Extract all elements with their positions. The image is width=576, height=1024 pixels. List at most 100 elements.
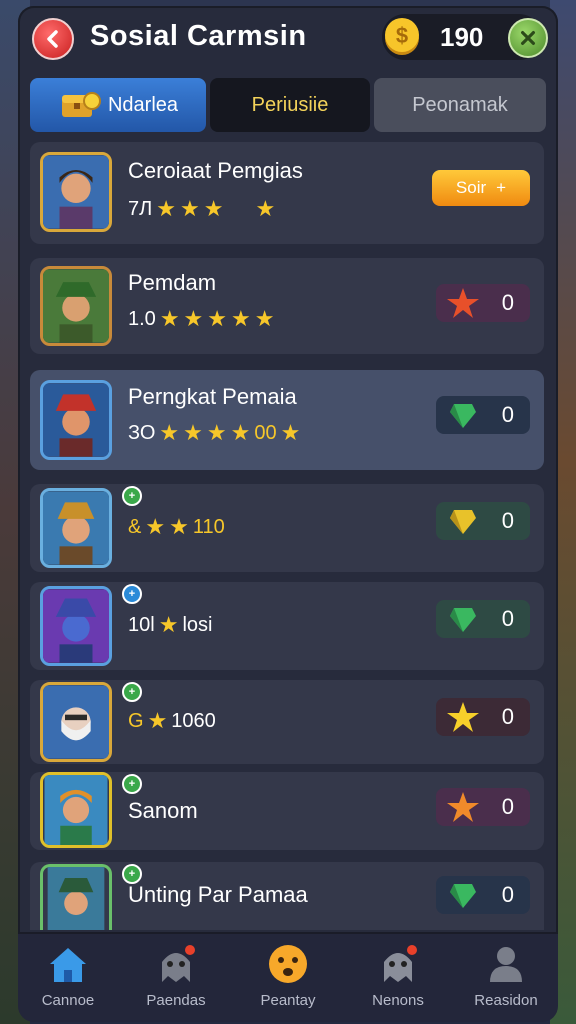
stat-value: & (128, 515, 142, 538)
join-button[interactable]: Soir + (432, 170, 530, 206)
plus-badge: + (122, 486, 142, 506)
player-row[interactable]: + 10l ★ losi 0 (30, 582, 544, 670)
player-name: Perngkat Pemaia (128, 384, 297, 409)
player-stats: 10l ★ losi (128, 612, 212, 638)
player-avatar (40, 380, 112, 460)
plus-badge: + (122, 682, 142, 702)
gem-icon (450, 608, 476, 632)
coin-count: 190 (440, 22, 484, 52)
star-icon: ★ (183, 420, 203, 445)
star-icon: ★ (206, 420, 227, 445)
tab-label: Ndarlea (107, 93, 179, 116)
star-icon: ★ (147, 708, 168, 733)
star-icon: ★ (159, 306, 180, 331)
nav-item-reasidon[interactable]: Reasidon (456, 942, 556, 1018)
nav-item-cannoe[interactable]: Cannoe (18, 942, 118, 1018)
player-row[interactable]: + & ★ ★ 110 0 (30, 484, 544, 572)
nav-label: Paendas (146, 992, 206, 1009)
tab-ndarlea[interactable]: Ndarlea (30, 78, 206, 132)
join-extra: + (496, 178, 507, 197)
star-icon (447, 288, 479, 318)
star-icon: ★ (230, 420, 251, 445)
gem-icon (450, 884, 476, 908)
player-name: Sanom (128, 798, 198, 823)
player-avatar (40, 266, 112, 346)
player-stats: 7Л ★ ★ ★ ★ (128, 196, 275, 222)
player-name: Unting Par Pamaa (128, 882, 308, 907)
reward-counter[interactable]: 0 (436, 284, 530, 322)
gold-counter[interactable]: 0 (436, 502, 530, 540)
gem-counter[interactable]: 0 (436, 600, 530, 638)
star-counter[interactable]: 0 (436, 698, 530, 736)
player-row[interactable]: Pemdam 1.0 ★ ★ ★ ★ ★ 0 (30, 258, 544, 354)
plus-badge: + (122, 864, 142, 884)
nav-item-paendas[interactable]: Paendas (126, 942, 226, 1018)
star-icon: ★ (158, 612, 179, 637)
gem-counter[interactable]: 0 (436, 396, 530, 434)
star-icon: ★ (231, 306, 251, 331)
gem-counter[interactable]: 0 (436, 876, 530, 914)
star-icon: ★ (255, 196, 276, 221)
stat-value: 10l (128, 613, 155, 636)
star-icon: ★ (169, 514, 189, 539)
player-avatar (40, 772, 112, 848)
player-stats: ЗО ★ ★ ★ ★ 00 ★ (128, 420, 300, 446)
stat-value: 7Л (128, 197, 153, 220)
join-label: Soir (455, 178, 487, 197)
stat-value: 1060 (171, 709, 216, 732)
player-avatar (40, 682, 112, 762)
player-name: Ceroiaat Pemgias (128, 158, 303, 183)
player-stats: 1.0 ★ ★ ★ ★ ★ (128, 306, 274, 332)
reward-count: 0 (501, 290, 514, 315)
stat-value: losi (182, 613, 213, 636)
ghost-icon (162, 945, 195, 982)
player-row[interactable]: Ceroiaat Pemgias 7Л ★ ★ ★ ★ Soir + (30, 142, 544, 244)
star-icon: ★ (156, 196, 176, 221)
close-button[interactable] (508, 18, 548, 58)
star-count: 0 (501, 704, 514, 729)
nav-label: Nenons (372, 992, 424, 1009)
tab-label: Peonamak (412, 93, 508, 116)
stat-value: ЗО (128, 421, 156, 444)
bottom-nav: Cannoe Paendas Peantay Nenons Reasidon (18, 932, 558, 1022)
gold-gem-icon (450, 510, 476, 534)
close-icon (521, 31, 535, 45)
back-button[interactable] (32, 18, 74, 60)
star-icon: ★ (254, 306, 275, 331)
player-stats: & ★ ★ 110 (128, 514, 225, 540)
star-icon: ★ (159, 420, 180, 445)
person-icon (490, 947, 522, 982)
nav-label: Reasidon (474, 992, 538, 1009)
player-row[interactable]: Perngkat Pemaia ЗО ★ ★ ★ ★ 00 ★ 0 (30, 370, 544, 470)
nav-item-peantay[interactable]: Peantay (238, 942, 338, 1018)
stat-value: 110 (192, 515, 225, 538)
star-icon: ★ (207, 306, 228, 331)
plus-badge: + (122, 584, 142, 604)
player-avatar (40, 488, 112, 568)
star-icon: ★ (145, 514, 166, 539)
ghost-icon (384, 945, 417, 982)
svg-text:$: $ (396, 23, 408, 48)
player-row[interactable]: + Sanom 0 (30, 772, 544, 850)
player-name: Pemdam (128, 270, 217, 295)
star-icon: ★ (179, 196, 200, 221)
star-icon (447, 792, 479, 822)
reward-counter[interactable]: 0 (436, 788, 530, 826)
star-icon: ★ (280, 420, 301, 445)
tab-peonamak[interactable]: Peonamak (374, 78, 546, 132)
tab-periusiie[interactable]: Periusiie (210, 78, 370, 132)
plus-badge: + (122, 774, 142, 794)
stat-value: G (128, 709, 144, 732)
gem-count: 0 (501, 402, 514, 427)
star-icon: ★ (203, 196, 224, 221)
gem-count: 0 (501, 606, 514, 631)
player-stats: G ★ 1060 (128, 708, 216, 734)
nav-label: Peantay (260, 992, 316, 1009)
coin-icon: $ (385, 18, 419, 55)
nav-item-nenons[interactable]: Nenons (348, 942, 448, 1018)
stat-value: 1.0 (128, 307, 156, 330)
nav-label: Cannoe (41, 992, 95, 1009)
player-row[interactable]: + Unting Par Pamaa 0 (30, 862, 544, 930)
player-row[interactable]: + G ★ 1060 0 (30, 680, 544, 764)
gold-count: 0 (501, 508, 514, 533)
